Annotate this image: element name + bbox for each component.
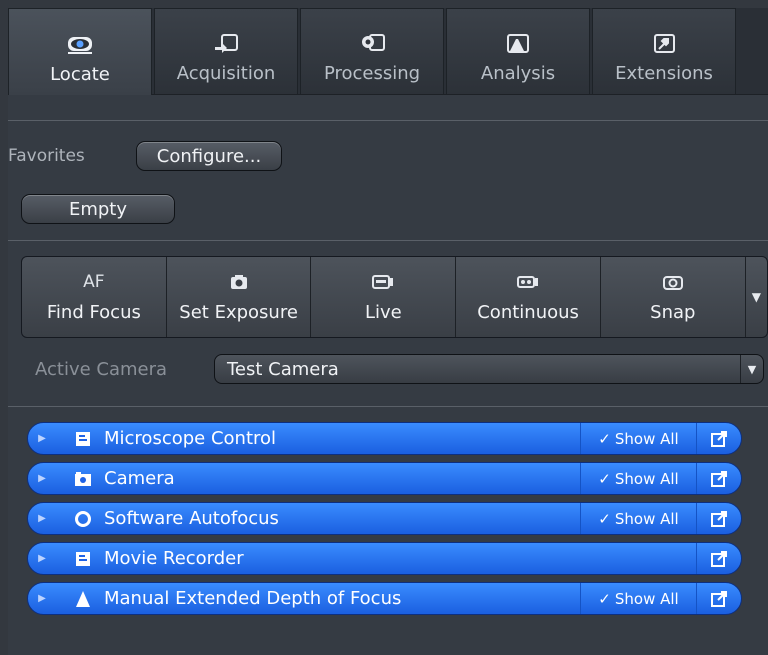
snap-label: Snap <box>650 301 696 323</box>
divider <box>8 120 768 121</box>
expand-arrow-icon[interactable]: ▶ <box>28 553 56 564</box>
divider <box>8 406 768 407</box>
tool-groups: ▶ Microscope Control ✓ Show All ▶ Camera … <box>27 422 742 622</box>
autofocus-icon: AF <box>83 271 105 292</box>
show-all-label: Show All <box>614 589 679 608</box>
live-icon <box>372 272 394 292</box>
depth-of-focus-icon <box>72 588 94 610</box>
expand-arrow-icon[interactable]: ▶ <box>28 513 56 524</box>
popout-icon <box>711 550 727 567</box>
chevron-down-icon: ▼ <box>740 355 763 383</box>
eye-icon <box>68 37 92 54</box>
active-camera-dropdown[interactable]: Test Camera ▼ <box>214 354 764 384</box>
check-icon: ✓ <box>598 469 611 488</box>
tool-group-movie-recorder[interactable]: ▶ Movie Recorder <box>27 542 742 575</box>
continuous-button[interactable]: Continuous <box>456 257 601 337</box>
show-all-label: Show All <box>614 429 679 448</box>
tool-group-name: Movie Recorder <box>104 548 244 569</box>
show-all-toggle[interactable]: ✓ Show All <box>580 503 696 534</box>
processing-icon <box>362 34 385 51</box>
popout-icon <box>711 430 727 447</box>
popout-icon <box>711 510 727 527</box>
extensions-icon <box>654 34 675 53</box>
tool-group-manual-extended-depth-of-focus[interactable]: ▶ Manual Extended Depth of Focus ✓ Show A… <box>27 582 742 615</box>
tool-group-name: Software Autofocus <box>104 508 279 529</box>
check-icon: ✓ <box>598 509 611 528</box>
acquisition-toolbar: AF Find Focus Set Exposure Live Continuo… <box>21 256 768 338</box>
show-all-label: Show All <box>614 469 679 488</box>
acquisition-icon <box>215 34 238 53</box>
check-icon: ✓ <box>598 589 611 608</box>
favorites-label: Favorites <box>8 146 85 166</box>
live-label: Live <box>364 301 402 323</box>
expand-arrow-icon[interactable]: ▶ <box>28 473 56 484</box>
set-exposure-label: Set Exposure <box>179 301 298 323</box>
continuous-label: Continuous <box>477 301 579 323</box>
tab-bar: Locate Acquisition Processing Analysis E… <box>8 8 768 95</box>
app-window: Locate Acquisition Processing Analysis E… <box>8 8 768 655</box>
camera-icon <box>230 272 248 292</box>
tab-label: Acquisition <box>176 63 276 84</box>
popout-button[interactable] <box>696 463 741 494</box>
tool-group-microscope-control[interactable]: ▶ Microscope Control ✓ Show All <box>27 422 742 455</box>
microscope-control-icon <box>72 428 94 450</box>
popout-button[interactable] <box>696 583 741 614</box>
popout-icon <box>711 590 727 607</box>
tool-group-name: Camera <box>104 468 175 489</box>
continuous-icon <box>517 272 539 292</box>
snap-icon <box>662 272 683 292</box>
tab-locate[interactable]: Locate <box>8 8 152 95</box>
tab-acquisition[interactable]: Acquisition <box>154 8 298 94</box>
tab-extensions[interactable]: Extensions <box>592 8 736 94</box>
configure-button[interactable]: Configure... <box>136 141 282 171</box>
movie-recorder-icon <box>72 548 94 570</box>
tool-group-camera[interactable]: ▶ Camera ✓ Show All <box>27 462 742 495</box>
active-camera-value: Test Camera <box>227 358 339 380</box>
live-button[interactable]: Live <box>311 257 457 337</box>
tool-group-software-autofocus[interactable]: ▶ Software Autofocus ✓ Show All <box>27 502 742 535</box>
check-icon: ✓ <box>598 429 611 448</box>
divider <box>8 240 768 241</box>
autofocus-circle-icon <box>72 508 94 530</box>
chevron-down-icon: ▼ <box>751 290 761 304</box>
tool-group-name: Manual Extended Depth of Focus <box>104 588 402 609</box>
popout-button[interactable] <box>696 543 741 574</box>
camera-icon <box>72 468 94 490</box>
tab-label: Analysis <box>480 63 556 84</box>
set-exposure-button[interactable]: Set Exposure <box>167 257 312 337</box>
expand-arrow-icon[interactable]: ▶ <box>28 593 56 604</box>
find-focus-label: Find Focus <box>46 301 141 323</box>
snap-button[interactable]: Snap <box>601 257 746 337</box>
tab-processing[interactable]: Processing <box>300 8 444 94</box>
show-all-toggle[interactable]: ✓ Show All <box>580 423 696 454</box>
tool-group-name: Microscope Control <box>104 428 277 449</box>
tab-label: Extensions <box>615 63 713 84</box>
popout-icon <box>711 470 727 487</box>
show-all-label: Show All <box>614 509 679 528</box>
show-all-toggle[interactable]: ✓ Show All <box>580 583 696 614</box>
expand-arrow-icon[interactable]: ▶ <box>28 433 56 444</box>
show-all-toggle[interactable]: ✓ Show All <box>580 463 696 494</box>
tab-label: Processing <box>323 63 421 84</box>
toolbar-more-button[interactable]: ▼ <box>746 257 767 337</box>
analysis-icon <box>507 34 529 53</box>
popout-button[interactable] <box>696 423 741 454</box>
active-camera-label: Active Camera <box>35 359 168 380</box>
find-focus-button[interactable]: AF Find Focus <box>22 257 167 337</box>
tab-label: Locate <box>50 64 110 85</box>
favorite-empty-button[interactable]: Empty <box>21 194 175 224</box>
popout-button[interactable] <box>696 503 741 534</box>
tab-analysis[interactable]: Analysis <box>446 8 590 94</box>
